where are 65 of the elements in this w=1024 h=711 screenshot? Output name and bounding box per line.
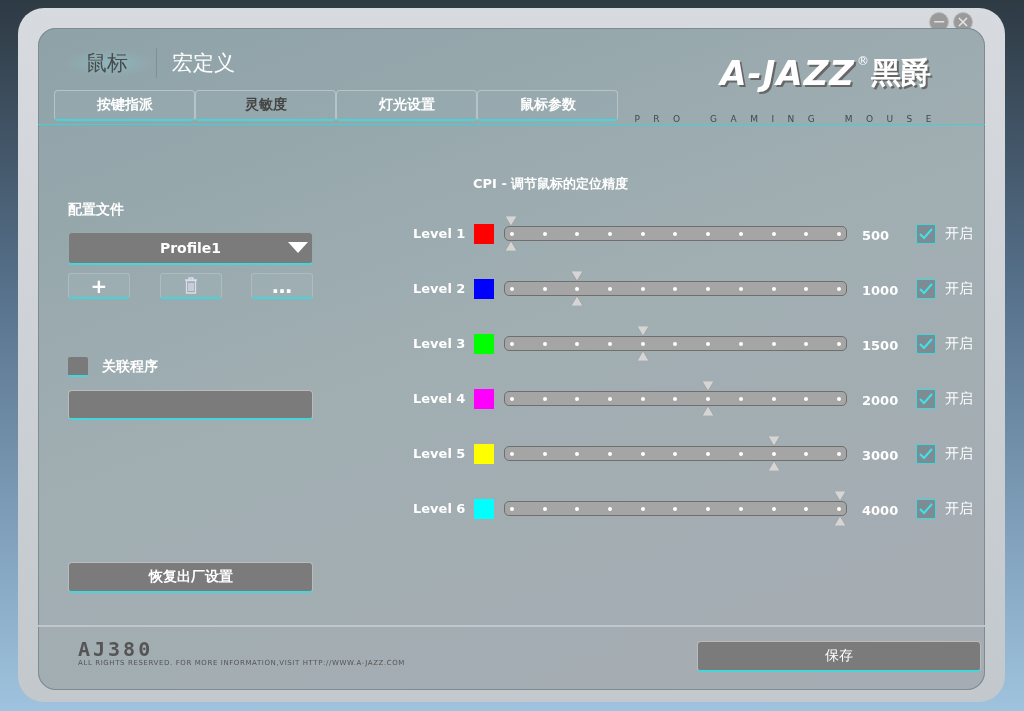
- checkbox-label: 开启: [945, 444, 973, 463]
- delete-button[interactable]: [159, 273, 222, 299]
- color-swatch[interactable]: [474, 498, 494, 519]
- checkbox[interactable]: [916, 223, 936, 244]
- slider[interactable]: [504, 271, 847, 306]
- caret-icon: [288, 242, 308, 253]
- restore-defaults-button[interactable]: 恢复出厂设置: [68, 562, 313, 593]
- level-label: Level 4: [413, 391, 467, 406]
- save-button[interactable]: 保存: [697, 641, 981, 672]
- sub-tab[interactable]: 灵敏度: [195, 90, 336, 121]
- color-swatch[interactable]: [474, 388, 494, 409]
- slider-thumb[interactable]: [636, 326, 649, 361]
- slider[interactable]: [504, 216, 847, 251]
- registered-mark: ®: [857, 54, 869, 68]
- checkbox[interactable]: [916, 333, 936, 354]
- checkbox-label: 开启: [945, 499, 973, 518]
- slider[interactable]: [504, 436, 847, 471]
- slider-thumb[interactable]: [702, 381, 715, 416]
- profile-label: 配置文件: [68, 201, 125, 219]
- slider[interactable]: [504, 381, 847, 416]
- color-swatch[interactable]: [474, 443, 494, 464]
- brand-logo-text: A-JAZZ: [720, 54, 855, 92]
- color-swatch[interactable]: [474, 333, 494, 354]
- main-tab[interactable]: 宏定义: [157, 48, 250, 77]
- program-input-field[interactable]: [68, 390, 313, 420]
- sub-tab[interactable]: 灯光设置: [336, 90, 477, 121]
- color-swatch[interactable]: [474, 278, 494, 299]
- slider-thumb[interactable]: [768, 436, 781, 471]
- checkbox[interactable]: [916, 443, 936, 464]
- sub-tab[interactable]: 按键指派: [54, 90, 195, 121]
- cpi-value: 4000: [862, 502, 900, 518]
- trash-icon: [183, 277, 198, 294]
- checkbox-label: 开启: [945, 389, 973, 408]
- checkbox-label: 关联程序: [102, 358, 158, 376]
- level-label: Level 5: [413, 446, 467, 461]
- cpi-value: 2000: [862, 392, 900, 408]
- checkbox-label: 开启: [945, 334, 973, 353]
- level-label: Level 1: [413, 226, 467, 241]
- section-title: CPI - 调节鼠标的定位精度: [473, 175, 630, 193]
- cpi-value: 1500: [862, 337, 900, 353]
- slider-thumb[interactable]: [570, 271, 583, 306]
- checkbox[interactable]: [916, 278, 936, 299]
- checkbox[interactable]: [916, 388, 936, 409]
- brand-chinese-text: 黑爵: [871, 54, 931, 92]
- slider[interactable]: [504, 491, 847, 526]
- checkbox[interactable]: [68, 357, 88, 377]
- level-label: Level 6: [413, 501, 467, 516]
- cpi-value: 3000: [862, 447, 900, 463]
- more-button[interactable]: …: [251, 273, 313, 299]
- cpi-value: 500: [862, 227, 891, 243]
- cpi-value: 1000: [862, 282, 900, 298]
- slider-thumb[interactable]: [834, 491, 846, 526]
- slider[interactable]: [504, 326, 847, 361]
- profile-dropdown[interactable]: Profile1: [68, 232, 313, 265]
- level-label: Level 2: [413, 281, 467, 296]
- checkbox-label: 开启: [945, 224, 973, 243]
- sub-tab[interactable]: 鼠标参数: [477, 90, 618, 121]
- color-swatch[interactable]: [474, 223, 494, 244]
- level-label: Level 3: [413, 336, 467, 351]
- model-logo-text: AJ380: [78, 639, 154, 659]
- checkbox-label: 开启: [945, 279, 973, 298]
- slider-thumb[interactable]: [505, 216, 517, 251]
- add-button[interactable]: +: [68, 273, 130, 299]
- checkbox[interactable]: [916, 498, 936, 519]
- tagline: PRO GAMING MOUSE: [634, 114, 945, 124]
